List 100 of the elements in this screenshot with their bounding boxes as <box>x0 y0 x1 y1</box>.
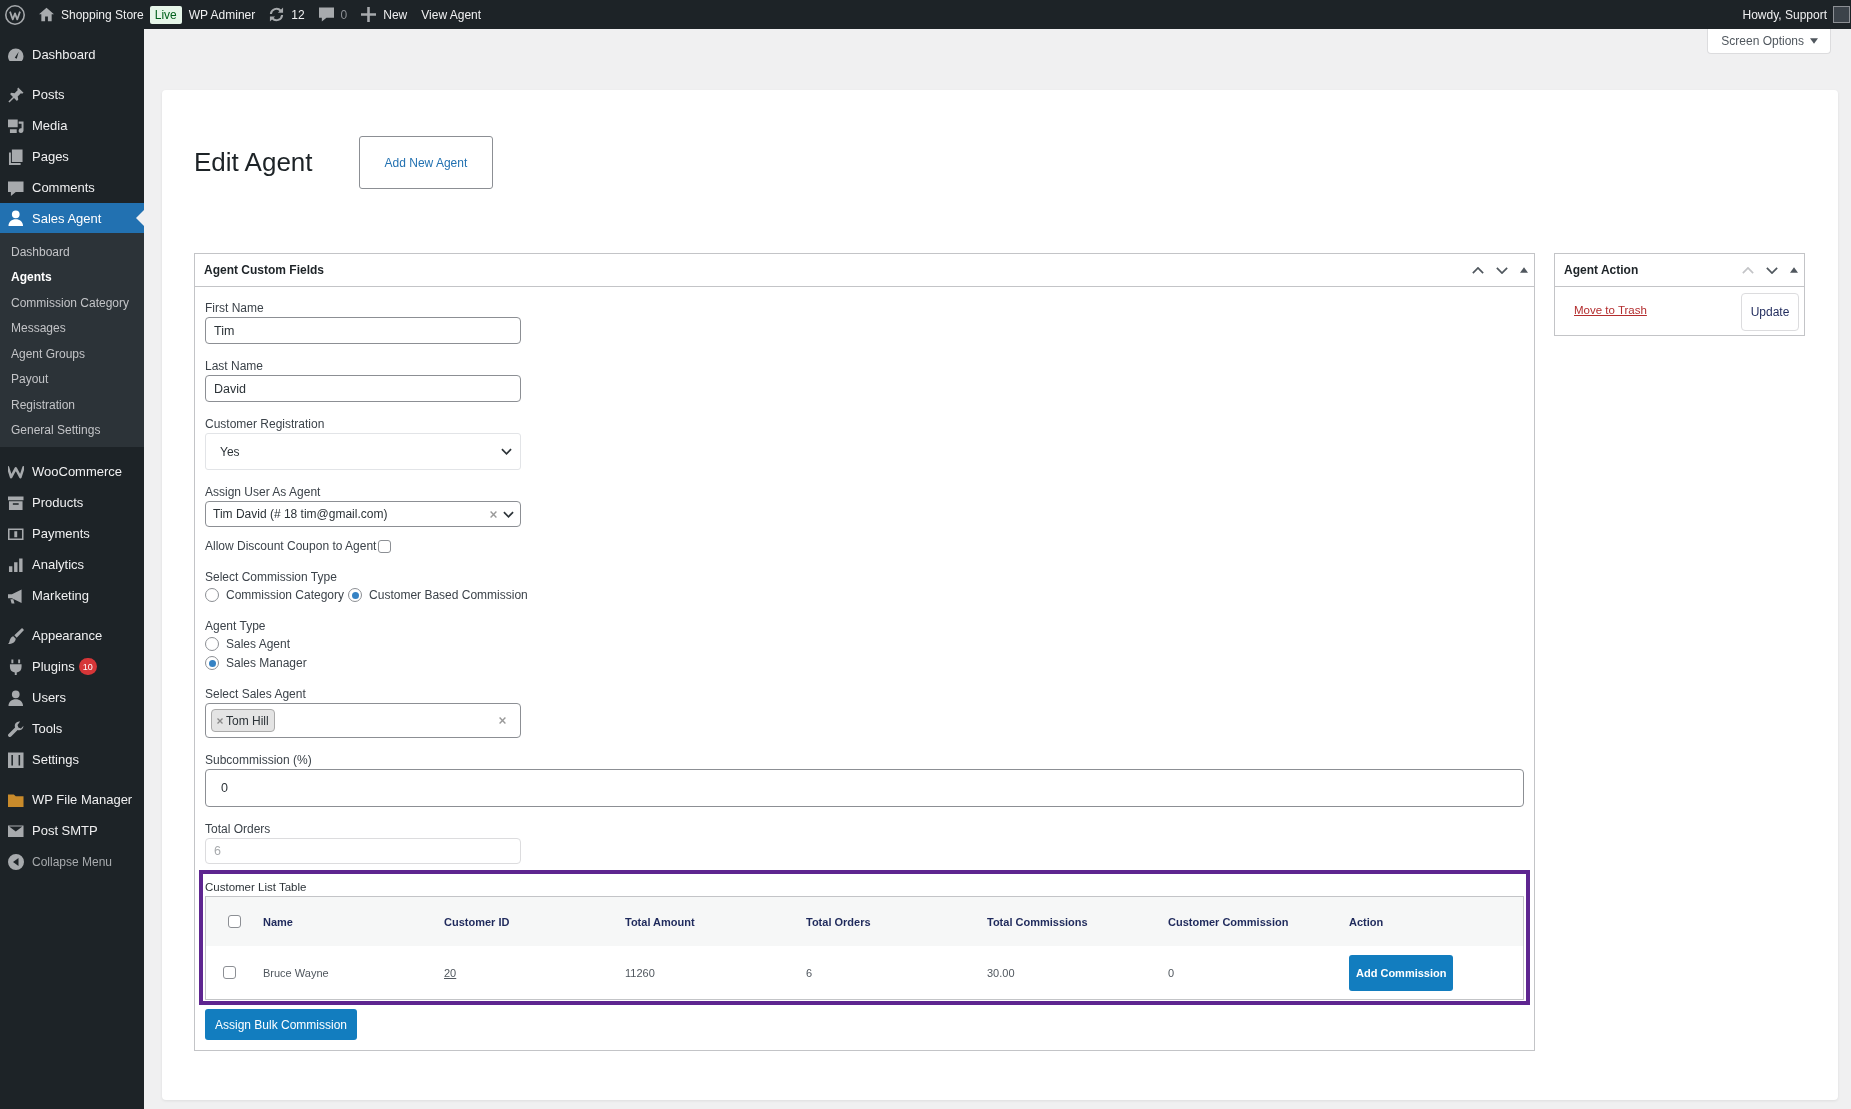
customer-id-link[interactable]: 20 <box>444 966 457 979</box>
checkbox[interactable] <box>378 539 392 553</box>
chevron-up-icon[interactable] <box>1472 266 1484 274</box>
paintbrush-icon <box>8 627 24 644</box>
menu-item[interactable]: Media <box>0 110 144 141</box>
menu-item[interactable]: Payments <box>0 518 144 549</box>
combobox[interactable]: Tim David (# 18 tim@gmail.com) <box>205 501 521 527</box>
menu-item[interactable]: WooCommerce <box>0 456 144 487</box>
radio-button[interactable] <box>348 588 363 602</box>
submenu-item[interactable]: Agent Groups <box>0 341 144 367</box>
radio-button[interactable] <box>205 637 219 651</box>
table-value: 30.00 <box>987 966 1015 979</box>
menu-item[interactable]: Products <box>0 487 144 518</box>
chevron-down-icon[interactable] <box>1496 266 1508 274</box>
toolbar-link[interactable]: New <box>354 0 415 29</box>
column-header[interactable]: Customer ID <box>444 915 510 928</box>
menu-item[interactable]: Analytics <box>0 549 144 580</box>
row-checkbox[interactable] <box>223 966 236 979</box>
menu-item[interactable]: Post SMTP <box>0 815 144 846</box>
submenu-item[interactable]: Registration <box>0 392 144 418</box>
column-header[interactable]: Name <box>263 915 293 928</box>
remove-icon[interactable] <box>217 717 223 724</box>
text-input[interactable]: David <box>205 375 521 402</box>
menu-item[interactable]: Posts <box>0 79 144 110</box>
logo-icon[interactable] <box>5 4 25 25</box>
clear-icon[interactable] <box>490 510 497 518</box>
bar-chart-icon <box>8 556 24 573</box>
field-label: Select Sales Agent <box>205 687 306 701</box>
submenu-item[interactable]: Dashboard <box>0 239 144 265</box>
text-input[interactable]: Tim <box>205 317 521 344</box>
column-header[interactable]: Total Amount <box>625 915 695 928</box>
toolbar-link[interactable]: View Agent <box>414 0 489 29</box>
update-button[interactable]: Update <box>1741 293 1799 331</box>
screen-options-button[interactable]: Screen Options <box>1707 29 1831 54</box>
person-icon <box>8 689 24 706</box>
triangle-up-icon[interactable] <box>1790 267 1798 273</box>
menu-item[interactable]: Dashboard <box>0 39 144 70</box>
submenu-item[interactable]: Messages <box>0 315 144 341</box>
collapse-menu-button[interactable]: Collapse Menu <box>0 846 144 877</box>
column-header[interactable]: Total Orders <box>806 915 871 928</box>
menu-item[interactable]: WP File Manager <box>0 784 144 815</box>
media-icon <box>8 117 24 134</box>
trash-link[interactable]: Move to Trash <box>1574 304 1647 316</box>
radio-button[interactable] <box>205 588 219 602</box>
radio-label: Sales Manager <box>226 656 307 670</box>
megaphone-icon <box>8 587 24 604</box>
column-header[interactable]: Action <box>1349 915 1384 928</box>
select-all-checkbox[interactable] <box>228 915 241 928</box>
menu-item[interactable]: Appearance <box>0 620 144 651</box>
submenu-item[interactable]: Payout <box>0 366 144 392</box>
selected-tag[interactable]: Tom Hill <box>211 709 275 732</box>
panel-title: Agent Action <box>1564 263 1639 277</box>
field-label: Total Orders <box>205 822 271 836</box>
menu-item[interactable]: Pages <box>0 141 144 172</box>
text-input: 6 <box>205 838 521 864</box>
submenu-item[interactable]: Commission Category <box>0 290 144 316</box>
envelope-icon <box>8 822 24 839</box>
add-new-button[interactable]: Add New Agent <box>358 136 494 189</box>
menu-item[interactable]: Sales Agent <box>0 203 144 233</box>
avatar-placeholder <box>1833 6 1850 23</box>
bulk-commission-button[interactable]: Assign Bulk Commission <box>205 1009 358 1040</box>
triangle-up-icon[interactable] <box>1520 267 1528 273</box>
home-icon <box>39 7 54 22</box>
panel-title: Agent Custom Fields <box>204 263 324 277</box>
menu-item[interactable]: Settings <box>0 744 144 775</box>
chevron-down-icon[interactable] <box>1766 266 1778 274</box>
tag-select-field[interactable]: Tom Hill <box>205 703 521 738</box>
refresh-icon <box>269 7 285 22</box>
number-input[interactable]: 0 <box>205 769 1524 807</box>
toolbar-link[interactable]: 0 <box>311 0 355 29</box>
toolbar-link[interactable]: 12 <box>262 0 312 29</box>
radio-label: Customer Based Commission <box>369 588 528 602</box>
field-label: Assign User As Agent <box>205 485 321 499</box>
status-badge: Live <box>149 5 182 24</box>
toolbar-link[interactable]: WP Adminer <box>181 0 263 29</box>
speech-bubble-icon <box>8 179 24 196</box>
account-link[interactable]: Howdy, Support <box>1735 0 1851 29</box>
field-label: Allow Discount Coupon to Agent <box>205 539 377 553</box>
current-pointer-icon <box>136 210 144 226</box>
field-label: First Name <box>205 301 264 315</box>
table-value: 0 <box>1168 966 1175 979</box>
submenu-item[interactable]: Agents <box>0 264 144 290</box>
pages-icon <box>8 148 24 165</box>
column-header[interactable]: Customer Commission <box>1168 915 1289 928</box>
menu-item[interactable]: Comments <box>0 172 144 203</box>
archive-box-icon <box>8 494 24 511</box>
caret-down-icon <box>1810 38 1818 44</box>
menu-item[interactable]: Marketing <box>0 580 144 611</box>
select-dropdown[interactable]: Yes <box>205 433 521 470</box>
menu-item[interactable]: Tools <box>0 713 144 744</box>
site-link[interactable]: Shopping Store <box>32 0 151 29</box>
submenu-item[interactable]: General Settings <box>0 417 144 443</box>
menu-item[interactable]: Users <box>0 682 144 713</box>
clear-icon[interactable] <box>499 717 506 724</box>
radio-button[interactable] <box>205 656 219 670</box>
column-header[interactable]: Total Commissions <box>987 915 1088 928</box>
wrench-icon <box>8 720 24 737</box>
collapse-icon <box>8 853 24 870</box>
action-button[interactable]: Add Commission <box>1349 954 1454 991</box>
menu-item[interactable]: Plugins 10 <box>0 651 144 682</box>
